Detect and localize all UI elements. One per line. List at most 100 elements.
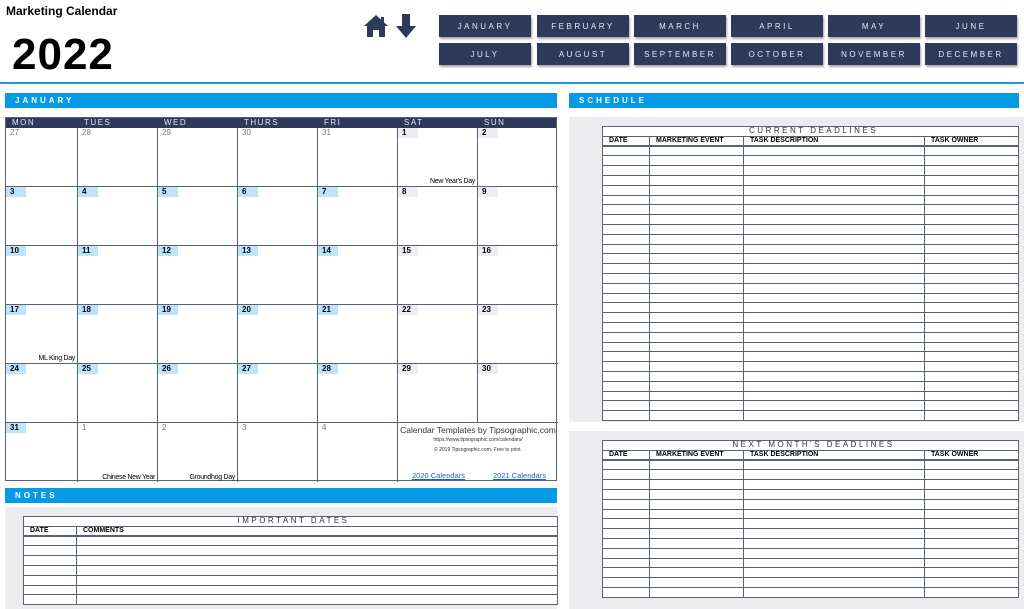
table-cell[interactable] <box>924 547 1019 559</box>
table-cell[interactable] <box>649 469 744 481</box>
day-cell[interactable]: 4 <box>78 187 158 246</box>
table-cell[interactable] <box>649 400 744 412</box>
table-cell[interactable] <box>743 479 925 490</box>
table-cell[interactable] <box>602 577 650 588</box>
table-cell[interactable] <box>743 410 925 421</box>
table-cell[interactable] <box>649 165 744 176</box>
table-cell[interactable] <box>23 564 77 576</box>
table-cell[interactable] <box>649 380 744 392</box>
day-cell[interactable]: Calendar Templates by Tipsographic.com ht… <box>398 423 558 482</box>
table-cell[interactable] <box>649 331 744 343</box>
table-cell[interactable] <box>743 488 925 500</box>
table-cell[interactable] <box>602 155 650 167</box>
link-2021-calendars[interactable]: 2021 Calendars <box>493 471 546 480</box>
table-cell[interactable] <box>923 145 1020 157</box>
table-cell[interactable] <box>649 174 744 186</box>
table-cell[interactable] <box>602 479 650 490</box>
month-button-march[interactable]: MARCH <box>634 15 726 37</box>
table-cell[interactable] <box>602 380 650 392</box>
day-cell[interactable]: 28 <box>318 364 398 423</box>
table-cell[interactable] <box>649 390 744 402</box>
table-cell[interactable] <box>923 204 1020 216</box>
table-cell[interactable] <box>649 282 744 294</box>
table-cell[interactable] <box>602 469 650 481</box>
table-cell[interactable] <box>602 292 650 304</box>
table-cell[interactable] <box>923 361 1020 372</box>
table-cell[interactable] <box>923 243 1020 255</box>
table-cell[interactable] <box>602 331 650 343</box>
day-cell[interactable]: 30 <box>238 128 318 187</box>
table-cell[interactable] <box>743 282 925 294</box>
day-cell[interactable]: 17 ML King Day <box>6 305 78 364</box>
month-button-february[interactable]: FEBRUARY <box>537 15 629 37</box>
day-cell[interactable]: 18 <box>78 305 158 364</box>
table-cell[interactable] <box>649 263 744 274</box>
table-cell[interactable] <box>23 545 77 557</box>
day-cell[interactable]: 30 <box>478 364 558 423</box>
table-cell[interactable] <box>743 292 925 304</box>
table-cell[interactable] <box>602 400 650 412</box>
table-cell[interactable] <box>924 508 1019 520</box>
day-cell[interactable]: 3 <box>6 187 78 246</box>
table-cell[interactable] <box>743 567 925 579</box>
table-cell[interactable] <box>743 361 925 372</box>
table-cell[interactable] <box>23 555 77 566</box>
day-cell[interactable]: 24 <box>6 364 78 423</box>
table-cell[interactable] <box>602 557 650 569</box>
table-cell[interactable] <box>743 508 925 520</box>
table-cell[interactable] <box>649 292 744 304</box>
month-button-may[interactable]: MAY <box>828 15 920 37</box>
table-cell[interactable] <box>649 243 744 255</box>
table-cell[interactable] <box>602 233 650 245</box>
table-cell[interactable] <box>649 410 744 421</box>
table-cell[interactable] <box>743 272 925 284</box>
table-cell[interactable] <box>602 390 650 402</box>
table-cell[interactable] <box>924 518 1019 530</box>
day-cell[interactable]: 3 <box>238 423 318 482</box>
table-cell[interactable] <box>743 155 925 167</box>
table-cell[interactable] <box>923 253 1020 265</box>
table-cell[interactable] <box>743 537 925 549</box>
table-cell[interactable] <box>743 528 925 539</box>
table-cell[interactable] <box>743 469 925 481</box>
table-cell[interactable] <box>923 341 1020 353</box>
day-cell[interactable]: 22 <box>398 305 478 364</box>
table-cell[interactable] <box>23 574 77 586</box>
table-cell[interactable] <box>602 547 650 559</box>
table-cell[interactable] <box>924 577 1019 588</box>
table-cell[interactable] <box>602 370 650 382</box>
table-cell[interactable] <box>743 233 925 245</box>
table-cell[interactable] <box>602 567 650 579</box>
table-cell[interactable] <box>923 390 1020 402</box>
table-cell[interactable] <box>743 586 925 598</box>
table-cell[interactable] <box>76 545 558 557</box>
table-cell[interactable] <box>743 577 925 588</box>
table-cell[interactable] <box>924 567 1019 579</box>
table-cell[interactable] <box>602 174 650 186</box>
day-cell[interactable]: 20 <box>238 305 318 364</box>
table-cell[interactable] <box>602 223 650 235</box>
table-cell[interactable] <box>23 584 77 596</box>
table-cell[interactable] <box>649 321 744 333</box>
table-cell[interactable] <box>649 586 744 598</box>
table-cell[interactable] <box>649 370 744 382</box>
day-cell[interactable]: 6 <box>238 187 318 246</box>
table-cell[interactable] <box>602 321 650 333</box>
table-cell[interactable] <box>649 528 744 539</box>
table-cell[interactable] <box>649 145 744 157</box>
table-cell[interactable] <box>649 253 744 265</box>
table-cell[interactable] <box>649 498 744 510</box>
day-cell[interactable]: 11 <box>78 246 158 305</box>
month-button-september[interactable]: SEPTEMBER <box>634 43 726 65</box>
table-cell[interactable] <box>76 584 558 596</box>
day-cell[interactable]: 4 <box>318 423 398 482</box>
table-cell[interactable] <box>23 594 77 606</box>
table-cell[interactable] <box>602 263 650 274</box>
table-cell[interactable] <box>602 537 650 549</box>
table-cell[interactable] <box>649 459 744 471</box>
table-cell[interactable] <box>602 498 650 510</box>
month-button-october[interactable]: OCTOBER <box>731 43 823 65</box>
table-cell[interactable] <box>602 312 650 323</box>
table-cell[interactable] <box>602 194 650 206</box>
table-cell[interactable] <box>743 194 925 206</box>
